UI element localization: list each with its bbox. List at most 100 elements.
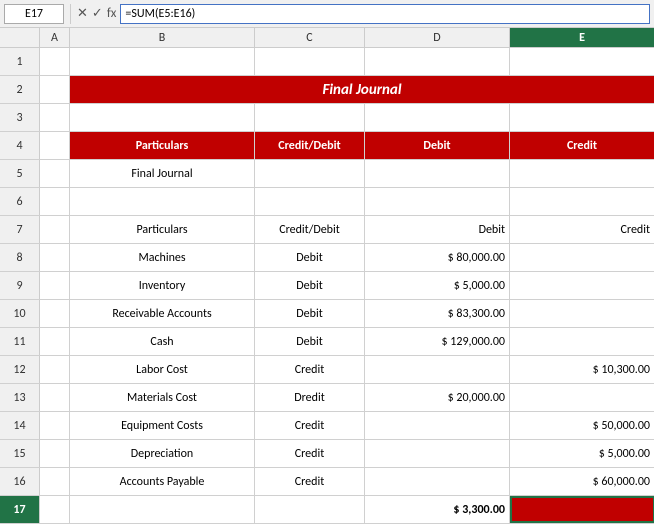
cell-b8[interactable]: Machines bbox=[70, 244, 255, 271]
cell-a16[interactable] bbox=[40, 468, 70, 495]
table-row: 5 Final Journal bbox=[0, 160, 654, 188]
cell-c11[interactable]: Debit bbox=[255, 328, 365, 355]
col-header-a[interactable]: A bbox=[40, 28, 70, 47]
cell-b13[interactable]: Materials Cost bbox=[70, 384, 255, 411]
cell-a6[interactable] bbox=[40, 188, 70, 215]
cell-e12[interactable]: $ 10,300.00 bbox=[510, 356, 654, 383]
cell-b15[interactable]: Depreciation bbox=[70, 440, 255, 467]
cell-d7[interactable]: Debit bbox=[365, 216, 510, 243]
cell-e6[interactable] bbox=[510, 188, 654, 215]
cell-a11[interactable] bbox=[40, 328, 70, 355]
row-number: 8 bbox=[0, 244, 40, 271]
cell-a9[interactable] bbox=[40, 272, 70, 299]
cell-d9[interactable]: $ 5,000.00 bbox=[365, 272, 510, 299]
cell-e10[interactable] bbox=[510, 300, 654, 327]
cell-b10[interactable]: Receivable Accounts bbox=[70, 300, 255, 327]
cell-e1[interactable] bbox=[510, 48, 654, 75]
cancel-icon[interactable]: ✕ bbox=[77, 6, 88, 21]
cell-a4[interactable] bbox=[40, 132, 70, 159]
cell-c1[interactable] bbox=[255, 48, 365, 75]
cell-e14[interactable]: $ 50,000.00 bbox=[510, 412, 654, 439]
col-header-d[interactable]: D bbox=[365, 28, 510, 47]
cell-a15[interactable] bbox=[40, 440, 70, 467]
cell-b6[interactable] bbox=[70, 188, 255, 215]
cell-e5[interactable] bbox=[510, 160, 654, 187]
cell-creditdebit-header: Credit/Debit bbox=[255, 132, 365, 159]
cell-c3[interactable] bbox=[255, 104, 365, 131]
cell-c13[interactable]: Dredit bbox=[255, 384, 365, 411]
cell-e11[interactable] bbox=[510, 328, 654, 355]
cell-c5[interactable] bbox=[255, 160, 365, 187]
cell-reference-box[interactable]: E17 bbox=[4, 4, 64, 24]
cell-a10[interactable] bbox=[40, 300, 70, 327]
table-row: 6 bbox=[0, 188, 654, 216]
cell-c17[interactable] bbox=[255, 496, 365, 523]
title-cell[interactable]: Final Journal bbox=[70, 76, 654, 103]
cell-a7[interactable] bbox=[40, 216, 70, 243]
cell-e13[interactable] bbox=[510, 384, 654, 411]
cell-e9[interactable] bbox=[510, 272, 654, 299]
cell-e15[interactable]: $ 5,000.00 bbox=[510, 440, 654, 467]
cell-a2[interactable] bbox=[40, 76, 70, 103]
cell-d11[interactable]: $ 129,000.00 bbox=[365, 328, 510, 355]
cell-d12[interactable] bbox=[365, 356, 510, 383]
col-header-e[interactable]: E bbox=[510, 28, 654, 47]
cell-d8[interactable]: $ 80,000.00 bbox=[365, 244, 510, 271]
cell-d1[interactable] bbox=[365, 48, 510, 75]
cell-d15[interactable] bbox=[365, 440, 510, 467]
cell-c9[interactable]: Debit bbox=[255, 272, 365, 299]
fx-icon[interactable]: fx bbox=[107, 6, 117, 21]
cell-b1[interactable] bbox=[70, 48, 255, 75]
cell-e8[interactable] bbox=[510, 244, 654, 271]
cell-b12[interactable]: Labor Cost bbox=[70, 356, 255, 383]
cell-a12[interactable] bbox=[40, 356, 70, 383]
cell-a3[interactable] bbox=[40, 104, 70, 131]
cell-e3[interactable] bbox=[510, 104, 654, 131]
row-number: 7 bbox=[0, 216, 40, 243]
row-number: 4 bbox=[0, 132, 40, 159]
cell-a8[interactable] bbox=[40, 244, 70, 271]
cell-c16[interactable]: Credit bbox=[255, 468, 365, 495]
cell-d16[interactable] bbox=[365, 468, 510, 495]
cell-credit-header: Credit bbox=[510, 132, 654, 159]
cell-d5[interactable] bbox=[365, 160, 510, 187]
cell-b14[interactable]: Equipment Costs bbox=[70, 412, 255, 439]
cell-d10[interactable]: $ 83,300.00 bbox=[365, 300, 510, 327]
row-number: 13 bbox=[0, 384, 40, 411]
row-number: 1 bbox=[0, 48, 40, 75]
cell-b17[interactable] bbox=[70, 496, 255, 523]
cell-b5[interactable]: Final Journal bbox=[70, 160, 255, 187]
table-row: 16 Accounts Payable Credit $ 60,000.00 bbox=[0, 468, 654, 496]
confirm-icon[interactable]: ✓ bbox=[92, 6, 103, 21]
cell-d6[interactable] bbox=[365, 188, 510, 215]
cell-a17[interactable] bbox=[40, 496, 70, 523]
table-row: 2 Final Journal bbox=[0, 76, 654, 104]
cell-b3[interactable] bbox=[70, 104, 255, 131]
cell-c12[interactable]: Credit bbox=[255, 356, 365, 383]
col-header-b[interactable]: B bbox=[70, 28, 255, 47]
cell-b9[interactable]: Inventory bbox=[70, 272, 255, 299]
cell-d17-total[interactable]: $ 3,300.00 bbox=[365, 496, 510, 523]
cell-e16[interactable]: $ 60,000.00 bbox=[510, 468, 654, 495]
cell-c10[interactable]: Debit bbox=[255, 300, 365, 327]
table-row: 15 Depreciation Credit $ 5,000.00 bbox=[0, 440, 654, 468]
cell-b11[interactable]: Cash bbox=[70, 328, 255, 355]
cell-a1[interactable] bbox=[40, 48, 70, 75]
cell-c8[interactable]: Debit bbox=[255, 244, 365, 271]
cell-c14[interactable]: Credit bbox=[255, 412, 365, 439]
cell-c6[interactable] bbox=[255, 188, 365, 215]
cell-e7[interactable]: Credit bbox=[510, 216, 654, 243]
cell-d3[interactable] bbox=[365, 104, 510, 131]
cell-a13[interactable] bbox=[40, 384, 70, 411]
cell-b7[interactable]: Particulars bbox=[70, 216, 255, 243]
col-header-c[interactable]: C bbox=[255, 28, 365, 47]
cell-a5[interactable] bbox=[40, 160, 70, 187]
cell-d14[interactable] bbox=[365, 412, 510, 439]
cell-c7[interactable]: Credit/Debit bbox=[255, 216, 365, 243]
cell-b16[interactable]: Accounts Payable bbox=[70, 468, 255, 495]
cell-c15[interactable]: Credit bbox=[255, 440, 365, 467]
formula-input[interactable]: =SUM(E5:E16) bbox=[120, 4, 650, 24]
cell-e17-total[interactable] bbox=[510, 496, 654, 523]
cell-a14[interactable] bbox=[40, 412, 70, 439]
cell-d13[interactable]: $ 20,000.00 bbox=[365, 384, 510, 411]
